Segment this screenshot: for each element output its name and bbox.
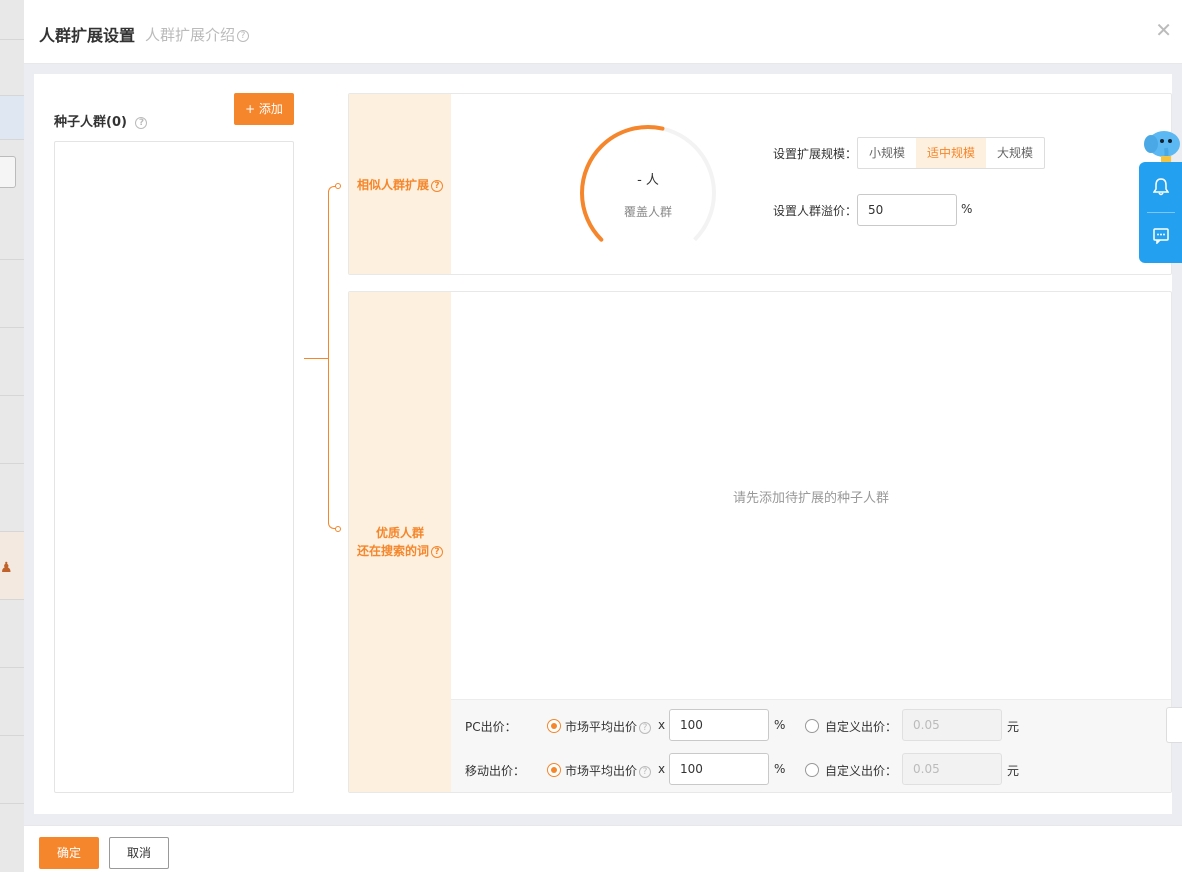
expansion-intro-link[interactable]: 人群扩展介绍? bbox=[145, 24, 250, 45]
content-card: 种子人群(0) ? + 添加 相似人群扩展? - 人 覆盖人群 设置扩展规模： … bbox=[34, 74, 1172, 814]
pc-market-unit: % bbox=[774, 718, 786, 732]
confirm-button[interactable]: 确定 bbox=[39, 837, 99, 869]
modal-title: 人群扩展设置 bbox=[39, 26, 136, 45]
quality-crowd-line2-wrap: 还在搜索的词? bbox=[349, 542, 451, 560]
scale-selector: 小规模 适中规模 大规模 bbox=[857, 137, 1046, 169]
pc-market-radio[interactable] bbox=[547, 719, 561, 733]
tree-node-dot bbox=[335, 183, 341, 189]
similar-crowd-heading: 相似人群扩展? bbox=[349, 176, 451, 193]
background-row bbox=[0, 668, 24, 736]
background-row bbox=[0, 260, 24, 328]
pc-custom-label: 自定义出价： bbox=[825, 720, 898, 734]
add-seed-button[interactable]: + 添加 bbox=[234, 93, 294, 125]
mobile-bid-label: 移动出价： bbox=[465, 764, 526, 778]
coverage-label: 覆盖人群 bbox=[623, 205, 672, 219]
bell-icon[interactable] bbox=[1153, 178, 1169, 196]
seed-crowd-list bbox=[54, 141, 294, 793]
coverage-value: - 人 bbox=[637, 173, 659, 188]
side-toggle-button[interactable] bbox=[1166, 707, 1182, 743]
close-icon[interactable]: ✕ bbox=[1155, 20, 1172, 40]
mobile-custom-radio[interactable] bbox=[805, 763, 819, 777]
similar-crowd-text: 相似人群扩展 bbox=[356, 178, 429, 192]
expansion-intro-label: 人群扩展介绍 bbox=[145, 26, 236, 44]
background-row bbox=[0, 464, 24, 532]
panel-divider bbox=[1147, 212, 1175, 213]
question-icon[interactable]: ? bbox=[237, 29, 250, 42]
premium-unit: % bbox=[961, 202, 973, 216]
cancel-button[interactable]: 取消 bbox=[109, 837, 169, 869]
tree-bracket bbox=[328, 186, 338, 529]
background-row bbox=[0, 200, 24, 260]
scale-label: 设置扩展规模： bbox=[773, 147, 858, 161]
modal-header: 人群扩展设置 人群扩展介绍? ✕ bbox=[24, 0, 1182, 64]
background-row bbox=[0, 96, 24, 140]
message-icon[interactable] bbox=[1153, 228, 1169, 244]
mascot-icon[interactable] bbox=[1142, 126, 1182, 166]
coverage-gauge bbox=[580, 125, 716, 261]
pc-custom-unit: 元 bbox=[1007, 720, 1020, 734]
mobile-market-radio[interactable] bbox=[547, 763, 561, 777]
pc-custom-input[interactable]: 0.05 bbox=[902, 709, 1002, 741]
gauge-fill bbox=[580, 125, 716, 261]
similar-crowd-label: 相似人群扩展? bbox=[349, 94, 451, 274]
scale-option-small[interactable]: 小规模 bbox=[858, 138, 916, 168]
background-row bbox=[0, 736, 24, 804]
premium-label: 设置人群溢价： bbox=[773, 204, 858, 218]
seed-crowd-title: 种子人群(0) ? bbox=[54, 111, 148, 130]
mobile-custom-unit: 元 bbox=[1007, 764, 1020, 778]
mobile-market-label: 市场平均出价? bbox=[565, 762, 652, 779]
background-row bbox=[0, 0, 24, 40]
mobile-market-text: 市场平均出价 bbox=[565, 764, 638, 778]
question-icon[interactable]: ? bbox=[431, 179, 443, 192]
seed-crowd-label: 种子人群(0) bbox=[54, 115, 127, 130]
tree-connector bbox=[304, 358, 328, 359]
question-icon[interactable]: ? bbox=[135, 116, 148, 129]
mobile-custom-label: 自定义出价： bbox=[825, 764, 898, 778]
mobile-custom-input[interactable]: 0.05 bbox=[902, 753, 1002, 785]
background-row bbox=[0, 40, 24, 96]
person-icon: ♟ bbox=[0, 560, 13, 576]
quality-crowd-section: 优质人群 还在搜索的词? 请先添加待扩展的种子人群 PC出价： 市场平均出价? … bbox=[348, 291, 1172, 793]
gauge-track bbox=[580, 125, 716, 261]
question-icon[interactable]: ? bbox=[639, 765, 652, 778]
pc-bid-label: PC出价： bbox=[465, 720, 517, 734]
modal-body: 种子人群(0) ? + 添加 相似人群扩展? - 人 覆盖人群 设置扩展规模： … bbox=[24, 64, 1182, 825]
quality-crowd-label: 优质人群 还在搜索的词? bbox=[349, 292, 451, 792]
pc-market-label: 市场平均出价? bbox=[565, 718, 652, 735]
pc-market-text: 市场平均出价 bbox=[565, 720, 638, 734]
similar-crowd-section: 相似人群扩展? - 人 覆盖人群 设置扩展规模： 小规模 适中规模 大规模 设置… bbox=[348, 93, 1172, 275]
background-page: ♟ bbox=[0, 0, 24, 872]
mobile-multiplier: x bbox=[658, 762, 666, 776]
background-row bbox=[0, 328, 24, 396]
quality-crowd-line2: 还在搜索的词 bbox=[356, 544, 429, 558]
floating-service-panel bbox=[1139, 162, 1182, 263]
pc-market-input[interactable]: 100 bbox=[669, 709, 769, 741]
tree-node-dot bbox=[335, 526, 341, 532]
pc-multiplier: x bbox=[658, 718, 666, 732]
background-row bbox=[0, 396, 24, 464]
quality-crowd-line1: 优质人群 bbox=[375, 526, 424, 540]
background-input bbox=[0, 156, 16, 188]
premium-input[interactable]: 50 bbox=[857, 194, 957, 226]
quality-crowd-heading: 优质人群 还在搜索的词? bbox=[349, 524, 451, 560]
empty-state-text: 请先添加待扩展的种子人群 bbox=[732, 491, 889, 506]
question-icon[interactable]: ? bbox=[431, 545, 443, 558]
scale-option-medium[interactable]: 适中规模 bbox=[916, 138, 987, 168]
background-row bbox=[0, 600, 24, 668]
pc-custom-radio[interactable] bbox=[805, 719, 819, 733]
modal-footer: 确定 取消 bbox=[24, 825, 1182, 872]
scale-option-large[interactable]: 大规模 bbox=[986, 138, 1044, 168]
crowd-expansion-modal: 人群扩展设置 人群扩展介绍? ✕ 种子人群(0) ? + 添加 相似人群扩展 ?… bbox=[24, 0, 1182, 872]
bid-settings: PC出价： 市场平均出价? x 100 % 自定义出价： 0.05 元 移动出价… bbox=[451, 699, 1171, 792]
mobile-market-input[interactable]: 100 bbox=[669, 753, 769, 785]
mobile-market-unit: % bbox=[774, 762, 786, 776]
question-icon[interactable]: ? bbox=[639, 721, 652, 734]
